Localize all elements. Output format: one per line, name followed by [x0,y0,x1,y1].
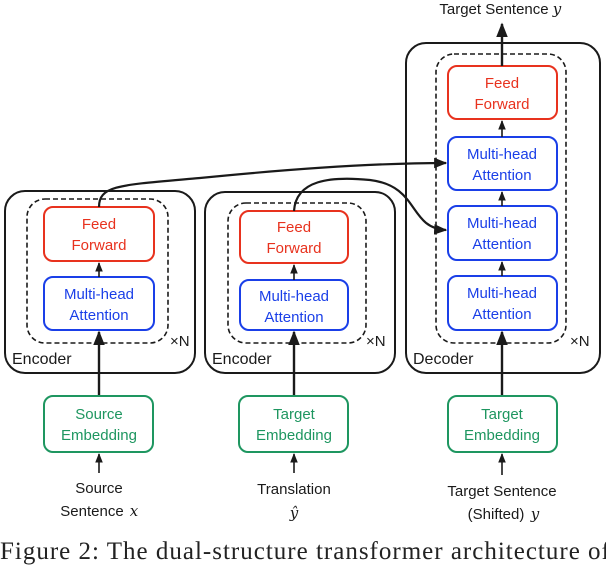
target-sentence-output-label: Target Sentence [439,1,548,18]
decoder-attn3-line1: Multi-head [467,285,537,302]
source-sentence-var: x [130,502,139,520]
encoder-1-attn-line1: Multi-head [64,286,134,303]
encoder-2: Feed Forward Multi-head Attention ×N Enc… [204,191,396,522]
encoder-1-ff-line1: Feed [82,216,116,233]
encoder-1-title: Encoder [12,351,72,368]
decoder-ff-line1: Feed [485,75,519,92]
target-embedding-dec-line1: Target [481,406,524,423]
translation-label: Translation [257,481,331,498]
encoder-2-ff-line1: Feed [277,219,311,236]
encoder-2-ff-line2: Forward [266,240,321,257]
encoder-2-repeat-label: ×N [366,333,386,350]
encoder-1-repeat-label: ×N [170,333,190,350]
decoder-attn1-line1: Multi-head [467,146,537,163]
decoder-attn2-line2: Attention [472,236,531,253]
target-shifted-var: y [530,505,540,523]
decoder-title: Decoder [413,351,474,368]
target-sentence-output-var: y [552,0,562,18]
source-sentence-line2: Sentence [60,503,123,520]
decoder-attn2-line1: Multi-head [467,215,537,232]
source-sentence-line1: Source [75,480,123,497]
decoder-attn3-line2: Attention [472,306,531,323]
decoder-frame [405,42,601,374]
encoder-2-attn-line1: Multi-head [259,288,329,305]
figure-caption: Figure 2: The dual-structure transformer… [0,538,606,565]
encoder-1-attn-line2: Attention [69,307,128,324]
decoder-attn1-line2: Attention [472,167,531,184]
architecture-diagram: Feed Forward Multi-head Attention ×N Enc… [4,0,601,523]
encoder-2-title: Encoder [212,351,272,368]
decoder-ff-line2: Forward [474,96,529,113]
target-shifted-line1: Target Sentence [447,483,556,500]
translation-var: ŷ [289,504,299,522]
decoder-repeat-label: ×N [570,333,590,350]
target-embedding-dec-line2: Embedding [464,427,540,444]
encoder-1-ff-line2: Forward [71,237,126,254]
target-embedding-enc-line2: Embedding [256,427,332,444]
target-embedding-enc-line1: Target [273,406,316,423]
source-embedding-line1: Source [75,406,123,423]
encoder-1-to-decoder-attention-1 [97,157,448,208]
encoder-2-to-decoder-attention-2 [292,177,448,235]
decoder: Feed Forward Multi-head Attention Multi-… [405,22,601,523]
source-embedding-line2: Embedding [61,427,137,444]
encoder-1: Feed Forward Multi-head Attention ×N Enc… [4,190,196,520]
target-shifted-line2: (Shifted) [468,506,525,523]
encoder-2-attn-line2: Attention [264,309,323,326]
